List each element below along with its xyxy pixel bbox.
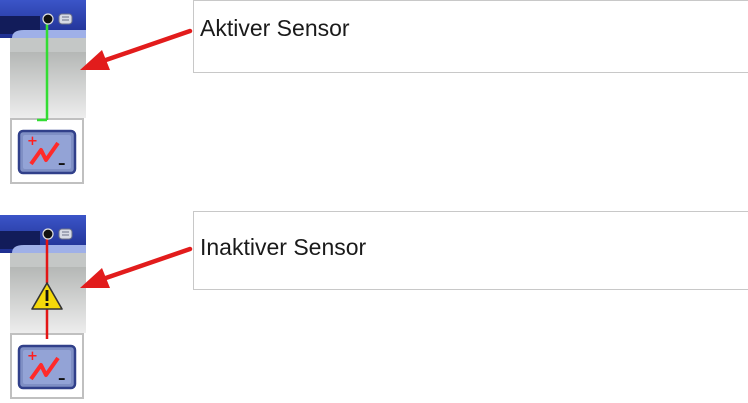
sensor-jack-icon [42,13,54,25]
svg-text:+: + [27,134,38,149]
battery-icon: + – [17,344,77,390]
inactive-sensor-label: Inaktiver Sensor [200,234,367,260]
sensor-jack-icon [42,228,54,240]
inactive-sensor-panel: + – [0,215,86,403]
battery-icon: + – [17,129,77,175]
usb-icon [58,228,73,240]
active-sensor-label: Aktiver Sensor [200,15,350,41]
active-sensor-label-box: Aktiver Sensor [193,0,748,73]
inactive-sensor-label-box: Inaktiver Sensor [193,211,748,290]
active-sensor-panel: + – [0,0,86,188]
svg-text:+: + [27,349,38,364]
svg-text:–: – [58,369,66,387]
usb-icon [58,13,73,25]
active-pointer-arrow [80,28,193,70]
inactive-pointer-arrow [80,246,193,288]
svg-text:–: – [58,154,66,172]
